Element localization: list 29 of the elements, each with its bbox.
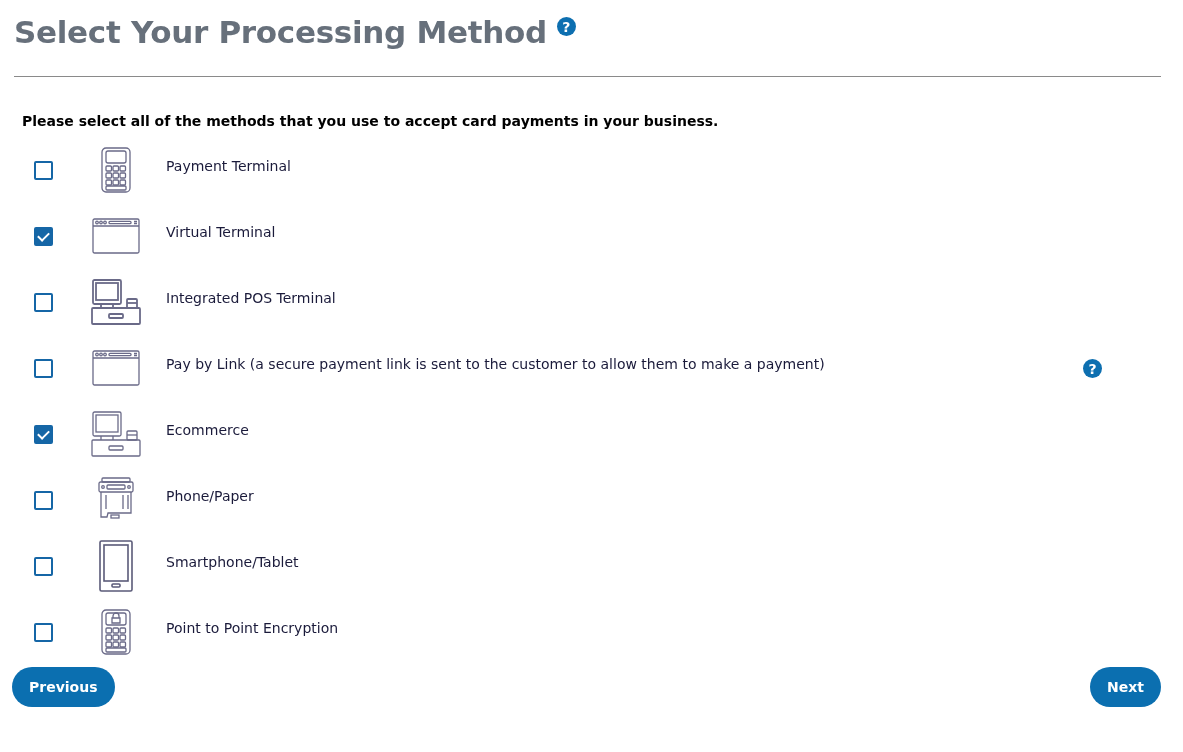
method-label: Payment Terminal <box>166 158 291 174</box>
cash-register-icon <box>91 279 141 325</box>
computer-icon <box>91 411 141 457</box>
help-icon[interactable]: ? <box>1083 359 1102 378</box>
previous-button[interactable]: Previous <box>12 667 115 707</box>
method-label: Point to Point Encryption <box>166 620 339 636</box>
method-label: Integrated POS Terminal <box>166 290 336 306</box>
method-label: Phone/Paper <box>166 488 254 504</box>
page-title: Select Your Processing Method <box>14 14 547 50</box>
checkbox[interactable] <box>34 358 53 378</box>
instruction-text: Please select all of the methods that you use to accept card payments in your business. <box>22 113 720 129</box>
card-terminal-icon <box>101 147 131 193</box>
checkbox[interactable] <box>34 160 53 180</box>
method-label: Smartphone/Tablet <box>166 554 299 570</box>
checkbox[interactable] <box>34 622 53 642</box>
method-label: Virtual Terminal <box>166 224 276 240</box>
smartphone-icon <box>99 540 133 592</box>
browser-window-icon <box>92 218 140 254</box>
method-label: Pay by Link (a secure payment link is sent to the customer to allow them to make a payment) <box>166 356 825 372</box>
next-button[interactable]: Next <box>1090 667 1161 707</box>
checkbox[interactable] <box>34 292 53 312</box>
browser-window-icon <box>92 350 140 386</box>
checkbox[interactable] <box>34 556 53 576</box>
checkbox[interactable] <box>34 490 53 510</box>
checkbox[interactable] <box>34 424 53 444</box>
method-label: Ecommerce <box>166 422 249 438</box>
help-icon[interactable]: ? <box>556 17 576 36</box>
lock-terminal-icon <box>101 609 131 655</box>
checkbox[interactable] <box>34 226 53 246</box>
